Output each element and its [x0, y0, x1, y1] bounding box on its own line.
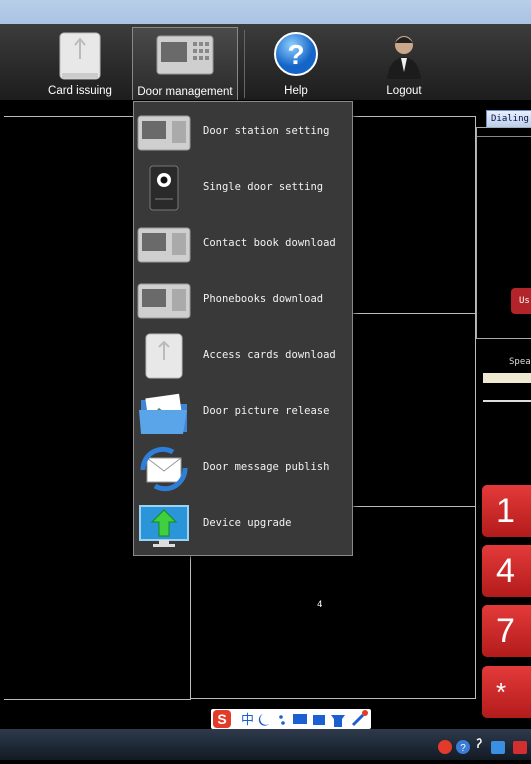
menu-item-contact-book-download[interactable]: Contact book download	[134, 216, 352, 272]
pen-tray-icon	[476, 738, 482, 748]
pane-number: 4	[317, 600, 323, 610]
door-station-icon	[137, 115, 191, 151]
upgrade-monitor-icon	[139, 505, 189, 547]
card-issuing-label: Card issuing	[48, 85, 112, 97]
ime-chinese-mode-icon: 中	[241, 713, 254, 728]
shirt-icon	[331, 715, 345, 727]
menu-item-door-picture-release[interactable]: Door picture release	[134, 384, 352, 440]
logout-label: Logout	[386, 85, 422, 97]
menu-item-label: Door picture release	[203, 405, 330, 417]
door-station-icon	[137, 283, 191, 319]
svg-text:?: ?	[460, 743, 466, 754]
door-management-menu: Door station setting Single door setting…	[133, 101, 353, 556]
keypad-key-star[interactable]: *	[482, 666, 531, 718]
toolbar-separator	[244, 30, 245, 98]
menu-item-label: Door station setting	[203, 125, 330, 137]
keypad-key-7[interactable]: 7	[482, 605, 531, 657]
menu-item-label: Phonebooks download	[203, 293, 324, 305]
menu-item-device-upgrade[interactable]: Device upgrade	[134, 496, 352, 552]
svg-text:S: S	[217, 711, 226, 727]
menu-item-label: Single door setting	[203, 181, 324, 193]
window-title-bar	[0, 0, 531, 24]
help-label: Help	[284, 85, 308, 97]
door-camera-icon	[149, 165, 179, 211]
card-reader-icon	[59, 32, 101, 80]
keyboard-icon	[293, 714, 307, 724]
speaker-label: Spea	[509, 357, 531, 367]
door-station-icon	[137, 227, 191, 263]
card-issuing-button[interactable]: Card issuing	[40, 27, 120, 99]
dialing-tab[interactable]: Dialing	[486, 110, 531, 128]
speaker-volume-slider[interactable]	[483, 373, 531, 383]
menu-item-label: Device upgrade	[203, 517, 292, 529]
person-icon	[313, 715, 325, 725]
wrench-icon	[351, 713, 365, 727]
message-sync-icon	[140, 446, 188, 492]
system-tray: ?	[435, 732, 531, 760]
app-tray-icon-2	[513, 741, 527, 754]
menu-item-label: Contact book download	[203, 237, 336, 249]
logout-button[interactable]: Logout	[364, 27, 444, 99]
card-reader-icon	[145, 333, 183, 379]
menu-item-single-door-setting[interactable]: Single door setting	[134, 160, 352, 216]
app-tray-icon	[491, 741, 505, 754]
ime-icons: S 中	[213, 710, 368, 728]
mic-volume-slider[interactable]	[483, 400, 531, 402]
user-logout-icon	[387, 36, 421, 79]
use-button[interactable]: Us	[511, 288, 531, 314]
picture-folder-icon	[139, 393, 187, 434]
door-management-label: Door management	[137, 86, 233, 98]
ime-toolbar[interactable]: S 中	[211, 709, 371, 729]
door-station-icon	[156, 35, 214, 75]
keypad-key-4[interactable]: 4	[482, 545, 531, 597]
menu-item-door-station-setting[interactable]: Door station setting	[134, 104, 352, 160]
help-button[interactable]: ? Help	[256, 27, 336, 99]
menu-item-label: Access cards download	[203, 349, 336, 361]
menu-item-door-message-publish[interactable]: Door message publish	[134, 440, 352, 496]
help-icon: ?	[274, 32, 318, 76]
door-management-button[interactable]: Door management	[132, 27, 238, 101]
keypad-key-1[interactable]: 1	[482, 485, 531, 537]
menu-item-label: Door message publish	[203, 461, 330, 473]
moon-icon	[258, 714, 269, 726]
svg-text:?: ?	[287, 39, 304, 70]
menu-item-access-cards-download[interactable]: Access cards download	[134, 328, 352, 384]
sogou-tray-icon	[438, 740, 452, 754]
menu-item-phonebooks-download[interactable]: Phonebooks download	[134, 272, 352, 328]
main-toolbar: Card issuing Door management ? Help Logo…	[0, 24, 531, 101]
